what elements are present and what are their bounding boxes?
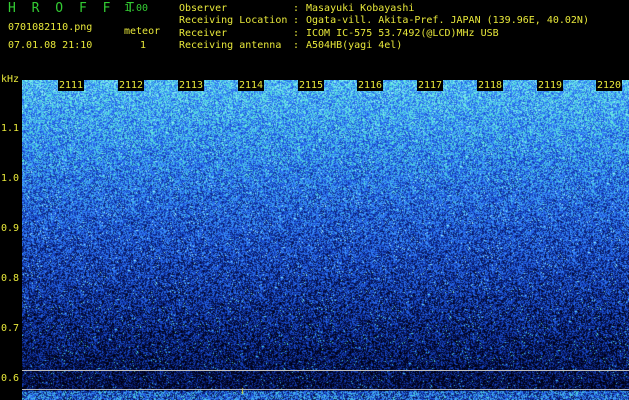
antenna-value: A504HB(yagi 4el)	[306, 40, 403, 51]
datetime: 07.01.08 21:10	[8, 40, 93, 51]
spectrogram-plot	[22, 80, 629, 400]
antenna-label: Receiving antenna	[179, 40, 282, 51]
hroftt-window: H R O F F T 1.00 0701082110.png meteor 0…	[0, 0, 629, 400]
x-tick-label: 2117	[417, 80, 444, 91]
x-tick-label: 2120	[596, 80, 623, 91]
y-axis-unit: kHz	[1, 74, 20, 85]
y-tick-label: 1.0	[1, 173, 20, 184]
x-tick-label: 2116	[357, 80, 384, 91]
x-tick-label: 2111	[58, 80, 85, 91]
meteor-count: 1	[140, 40, 147, 51]
x-tick-label: 2119	[537, 80, 564, 91]
location-value: Ogata-vill. Akita-Pref. JAPAN (139.96E, …	[306, 15, 589, 26]
file-name: 0701082110.png	[8, 22, 93, 33]
reference-line	[22, 389, 629, 390]
receiver-value: ICOM IC-575 53.7492(@LCD)MHz USB	[306, 28, 499, 39]
meteor-label: meteor	[124, 26, 161, 37]
x-tick-label: 2114	[238, 80, 265, 91]
antenna-colon: :	[293, 40, 300, 51]
app-version: 1.00	[124, 3, 149, 14]
x-tick-label: 2115	[298, 80, 325, 91]
receiver-label: Receiver	[179, 28, 228, 39]
y-tick-label: 0.6	[1, 373, 20, 384]
x-tick-label: 2113	[178, 80, 205, 91]
x-tick-label: 2112	[118, 80, 145, 91]
y-tick-label: 0.7	[1, 323, 20, 334]
reference-line	[22, 370, 629, 371]
receiver-colon: :	[293, 28, 300, 39]
y-tick-label: 0.9	[1, 223, 20, 234]
location-colon: :	[293, 15, 300, 26]
y-tick-label: 1.1	[1, 123, 20, 134]
observer-label: Observer	[179, 3, 228, 14]
app-title: H R O F F T	[8, 1, 139, 16]
location-label: Receiving Location	[179, 15, 288, 26]
y-tick-label: 0.8	[1, 273, 20, 284]
observer-colon: :	[293, 3, 300, 14]
x-tick-label: 2118	[477, 80, 504, 91]
observer-value: Masayuki Kobayashi	[306, 3, 415, 14]
